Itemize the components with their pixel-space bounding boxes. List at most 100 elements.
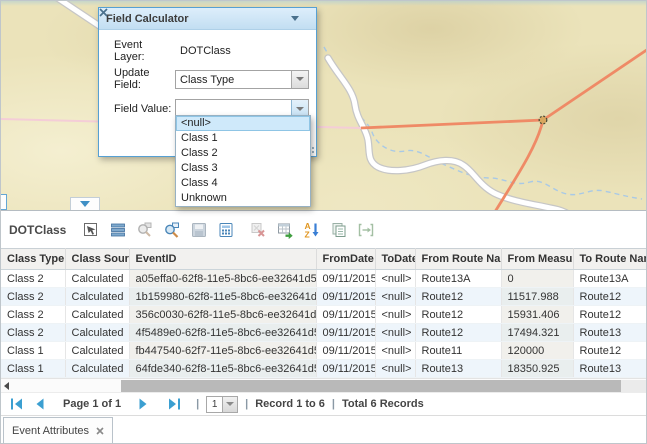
tab-event-attributes[interactable]: Event Attributes: [3, 417, 113, 444]
table-row[interactable]: Class 2Calculated356c0030-62f8-11e5-8bc6…: [1, 306, 646, 324]
show-selected-records-icon[interactable]: [109, 221, 127, 239]
table-cell[interactable]: 17494.321: [501, 324, 573, 342]
table-cell[interactable]: Route13: [573, 360, 646, 378]
table-cell[interactable]: 120000: [501, 342, 573, 360]
scroll-left-icon[interactable]: [4, 382, 9, 390]
table-cell[interactable]: <null>: [375, 342, 415, 360]
table-cell[interactable]: Class 2: [1, 270, 65, 288]
first-page-button[interactable]: [9, 397, 25, 411]
column-header[interactable]: Class Source: [65, 249, 129, 270]
table-cell[interactable]: 09/11/2015: [316, 270, 375, 288]
dropdown-option[interactable]: Class 4: [176, 176, 310, 191]
table-cell[interactable]: Calculated: [65, 270, 129, 288]
table-cell[interactable]: Calculated: [65, 306, 129, 324]
table-cell[interactable]: 11517.988: [501, 288, 573, 306]
select-features-icon[interactable]: [82, 221, 100, 239]
table-cell[interactable]: fb447540-62f7-11e5-8bc6-ee32641d5ec9: [129, 342, 316, 360]
table-cell[interactable]: Calculated: [65, 288, 129, 306]
sort-icon[interactable]: A Z: [303, 221, 321, 239]
scrollbar-thumb[interactable]: [121, 380, 621, 392]
table-cell[interactable]: Class 1: [1, 360, 65, 378]
table-cell[interactable]: 15931.406: [501, 306, 573, 324]
dropdown-option[interactable]: <null>: [176, 116, 310, 131]
table-cell[interactable]: 64fde340-62f8-11e5-8bc6-ee32641d5ec9: [129, 360, 316, 378]
map-view[interactable]: Field Calculator Event Layer: DOTClass U…: [1, 1, 646, 210]
column-header[interactable]: From Route Name: [415, 249, 501, 270]
horizontal-scrollbar[interactable]: [1, 378, 646, 392]
table-cell[interactable]: Calculated: [65, 360, 129, 378]
table-cell[interactable]: Route11: [415, 342, 501, 360]
table-cell[interactable]: 1b159980-62f8-11e5-8bc6-ee32641d5ec9: [129, 288, 316, 306]
clear-selection-icon[interactable]: [249, 221, 267, 239]
column-header[interactable]: ToDate: [375, 249, 415, 270]
table-cell[interactable]: 09/11/2015: [316, 360, 375, 378]
dialog-collapse-icon[interactable]: [291, 16, 299, 21]
table-cell[interactable]: 4f5489e0-62f8-11e5-8bc6-ee32641d5ec9: [129, 324, 316, 342]
dropdown-option[interactable]: Class 1: [176, 131, 310, 146]
chevron-down-icon: [296, 77, 304, 81]
table-cell[interactable]: Route12: [415, 306, 501, 324]
table-cell[interactable]: 09/11/2015: [316, 324, 375, 342]
table-row[interactable]: Class 1Calculatedfb447540-62f7-11e5-8bc6…: [1, 342, 646, 360]
table-cell[interactable]: 09/11/2015: [316, 288, 375, 306]
dropdown-option[interactable]: Class 2: [176, 146, 310, 161]
zoom-to-features-icon[interactable]: [163, 221, 181, 239]
attribute-set-icon[interactable]: [330, 221, 348, 239]
dialog-titlebar[interactable]: Field Calculator: [99, 8, 316, 30]
table-cell[interactable]: <null>: [375, 324, 415, 342]
zoom-to-selected-icon[interactable]: [136, 221, 154, 239]
dropdown-option[interactable]: Class 3: [176, 161, 310, 176]
application-window: Field Calculator Event Layer: DOTClass U…: [0, 0, 647, 444]
table-cell[interactable]: Route13A: [415, 270, 501, 288]
table-cell[interactable]: 09/11/2015: [316, 306, 375, 324]
table-cell[interactable]: Class 2: [1, 306, 65, 324]
column-header[interactable]: From Measure: [501, 249, 573, 270]
column-header[interactable]: To Route Name: [573, 249, 646, 270]
table-cell[interactable]: Route13: [573, 324, 646, 342]
table-cell[interactable]: Class 2: [1, 288, 65, 306]
update-field-select[interactable]: Class Type: [175, 70, 309, 89]
table-cell[interactable]: 18350.925: [501, 360, 573, 378]
table-cell[interactable]: Route12: [573, 306, 646, 324]
column-header[interactable]: Class Type: [1, 249, 65, 270]
update-field-dropdown-button[interactable]: [291, 71, 308, 88]
table-cell[interactable]: Class 1: [1, 342, 65, 360]
table-cell[interactable]: a05effa0-62f8-11e5-8bc6-ee32641d5ec9: [129, 270, 316, 288]
table-cell[interactable]: Calculated: [65, 324, 129, 342]
dropdown-option[interactable]: Unknown: [176, 191, 310, 206]
table-cell[interactable]: Route12: [415, 288, 501, 306]
table-row[interactable]: Class 1Calculated64fde340-62f8-11e5-8bc6…: [1, 360, 646, 378]
close-icon[interactable]: [96, 427, 104, 435]
collapse-table-button[interactable]: [70, 197, 100, 210]
table-cell[interactable]: 09/11/2015: [316, 342, 375, 360]
table-cell[interactable]: Class 2: [1, 324, 65, 342]
table-cell[interactable]: <null>: [375, 306, 415, 324]
table-cell[interactable]: <null>: [375, 360, 415, 378]
table-row[interactable]: Class 2Calculated4f5489e0-62f8-11e5-8bc6…: [1, 324, 646, 342]
table-cell[interactable]: Route12: [573, 342, 646, 360]
table-cell[interactable]: 0: [501, 270, 573, 288]
table-row[interactable]: Class 2Calculateda05effa0-62f8-11e5-8bc6…: [1, 270, 646, 288]
table-cell[interactable]: <null>: [375, 288, 415, 306]
table-cell[interactable]: Route12: [415, 324, 501, 342]
page-number-select[interactable]: 1: [206, 396, 238, 413]
table-cell[interactable]: 356c0030-62f8-11e5-8bc6-ee32641d5ec9: [129, 306, 316, 324]
table-cell[interactable]: Route13A: [573, 270, 646, 288]
column-header[interactable]: FromDate: [316, 249, 375, 270]
table-cell[interactable]: Route12: [573, 288, 646, 306]
page-number-dropdown-button[interactable]: [223, 396, 238, 413]
save-icon[interactable]: [190, 221, 208, 239]
column-header[interactable]: EventID: [129, 249, 316, 270]
fit-columns-icon[interactable]: [357, 221, 375, 239]
close-icon[interactable]: [99, 8, 108, 17]
last-page-button[interactable]: [166, 397, 182, 411]
field-calculator-icon[interactable]: [217, 221, 235, 239]
table-cell[interactable]: Route13: [415, 360, 501, 378]
table-cell[interactable]: <null>: [375, 270, 415, 288]
page-number-value[interactable]: 1: [206, 396, 223, 413]
append-data-icon[interactable]: [276, 221, 294, 239]
table-cell[interactable]: Calculated: [65, 342, 129, 360]
table-row[interactable]: Class 2Calculated1b159980-62f8-11e5-8bc6…: [1, 288, 646, 306]
next-page-button[interactable]: [135, 397, 151, 411]
previous-page-button[interactable]: [32, 397, 48, 411]
